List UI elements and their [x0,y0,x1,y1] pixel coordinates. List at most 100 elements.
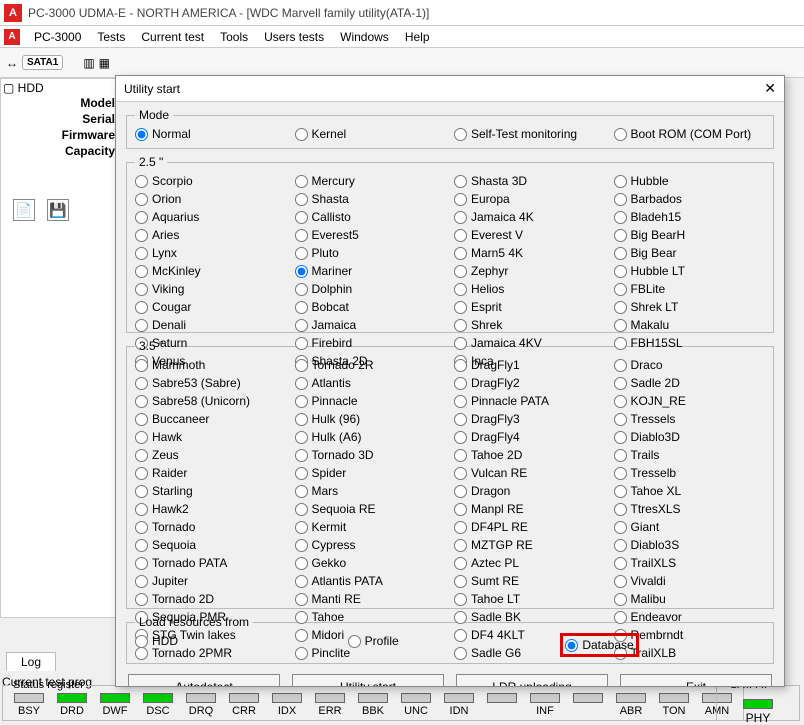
radio-input[interactable] [135,229,148,242]
radio-input[interactable] [135,128,148,141]
radio-option[interactable]: Mercury [295,173,447,189]
radio-input[interactable] [614,503,627,516]
radio-option[interactable]: Mammoth [135,357,287,373]
radio-input[interactable] [135,359,148,372]
radio-option[interactable]: Hulk (A6) [295,429,447,445]
radio-option[interactable]: Esprit [454,299,606,315]
radio-option[interactable]: Firebird [295,335,447,351]
radio-option[interactable]: Trails [614,447,766,463]
menu-item[interactable]: Current test [133,28,212,46]
radio-option[interactable]: Jamaica [295,317,447,333]
tool-icon[interactable]: 📄 [13,199,35,221]
exit-button[interactable]: Exit [620,674,772,686]
radio-input[interactable] [295,247,308,260]
radio-option[interactable]: Hubble [614,173,766,189]
highlighted-option[interactable]: Database [560,633,638,657]
radio-option[interactable]: Aztec PL [454,555,606,571]
radio-option[interactable]: Profile [348,633,553,649]
radio-input[interactable] [454,521,467,534]
radio-option[interactable]: Jamaica 4K [454,209,606,225]
radio-input[interactable] [454,337,467,350]
radio-input[interactable] [295,521,308,534]
radio-input[interactable] [295,193,308,206]
menu-item[interactable]: Tests [89,28,133,46]
radio-input[interactable] [135,521,148,534]
radio-input[interactable] [614,283,627,296]
radio-option[interactable]: Raider [135,465,287,481]
radio-input[interactable] [295,557,308,570]
radio-input[interactable] [454,611,467,624]
radio-option[interactable]: Orion [135,191,287,207]
radio-input[interactable] [135,539,148,552]
radio-option[interactable]: Everest5 [295,227,447,243]
radio-option[interactable]: Jamaica 4KV [454,335,606,351]
radio-option[interactable]: Aries [135,227,287,243]
radio-input[interactable] [614,485,627,498]
radio-input[interactable] [135,211,148,224]
ldr-uploading-button[interactable]: LDR uploading [456,674,608,686]
radio-option[interactable]: Tahoe [295,609,447,625]
radio-input[interactable] [614,193,627,206]
radio-option[interactable]: Viking [135,281,287,297]
radio-input[interactable] [614,593,627,606]
radio-input[interactable] [565,639,578,652]
radio-input[interactable] [614,128,627,141]
radio-input[interactable] [295,229,308,242]
radio-input[interactable] [135,193,148,206]
radio-input[interactable] [454,247,467,260]
radio-input[interactable] [295,337,308,350]
radio-option[interactable]: Shrek LT [614,299,766,315]
radio-input[interactable] [135,635,148,648]
radio-option[interactable]: Barbados [614,191,766,207]
radio-input[interactable] [295,449,308,462]
radio-input[interactable] [295,395,308,408]
radio-option[interactable]: Shasta [295,191,447,207]
radio-input[interactable] [135,557,148,570]
radio-option[interactable]: Vivaldi [614,573,766,589]
radio-option[interactable]: Boot ROM (COM Port) [614,126,766,142]
radio-input[interactable] [348,635,361,648]
radio-option[interactable]: Giant [614,519,766,535]
radio-input[interactable] [135,575,148,588]
autodetect-button[interactable]: Autodetect [128,674,280,686]
radio-option[interactable]: Sabre58 (Unicorn) [135,393,287,409]
radio-option[interactable]: Cypress [295,537,447,553]
radio-input[interactable] [295,593,308,606]
radio-option[interactable]: Diablo3S [614,537,766,553]
radio-input[interactable] [454,575,467,588]
radio-option[interactable]: MZTGP RE [454,537,606,553]
tool-icon[interactable]: 💾 [47,199,69,221]
radio-option[interactable]: Zeus [135,447,287,463]
radio-option[interactable]: Tahoe LT [454,591,606,607]
radio-option[interactable]: Aquarius [135,209,287,225]
radio-input[interactable] [454,359,467,372]
radio-option[interactable]: Normal [135,126,287,142]
radio-input[interactable] [135,283,148,296]
radio-input[interactable] [135,175,148,188]
radio-input[interactable] [454,193,467,206]
radio-option[interactable]: Kermit [295,519,447,535]
radio-option[interactable]: Starling [135,483,287,499]
utility-start-button[interactable]: Utility start [292,674,444,686]
radio-input[interactable] [295,377,308,390]
radio-input[interactable] [454,395,467,408]
radio-input[interactable] [135,377,148,390]
radio-input[interactable] [295,611,308,624]
radio-option[interactable]: Scorpio [135,173,287,189]
radio-option[interactable]: DragFly2 [454,375,606,391]
radio-option[interactable]: Tornado 2R [295,357,447,373]
radio-option[interactable]: Makalu [614,317,766,333]
radio-option[interactable]: Database [560,633,765,657]
tab-log[interactable]: Log [6,652,56,671]
radio-option[interactable]: Vulcan RE [454,465,606,481]
port-label[interactable]: SATA1 [22,55,63,70]
radio-input[interactable] [614,575,627,588]
radio-input[interactable] [454,128,467,141]
menu-item[interactable]: Windows [332,28,397,46]
radio-input[interactable] [614,211,627,224]
radio-input[interactable] [295,301,308,314]
radio-option[interactable]: Dragon [454,483,606,499]
radio-input[interactable] [295,359,308,372]
radio-input[interactable] [295,485,308,498]
radio-option[interactable]: TtresXLS [614,501,766,517]
